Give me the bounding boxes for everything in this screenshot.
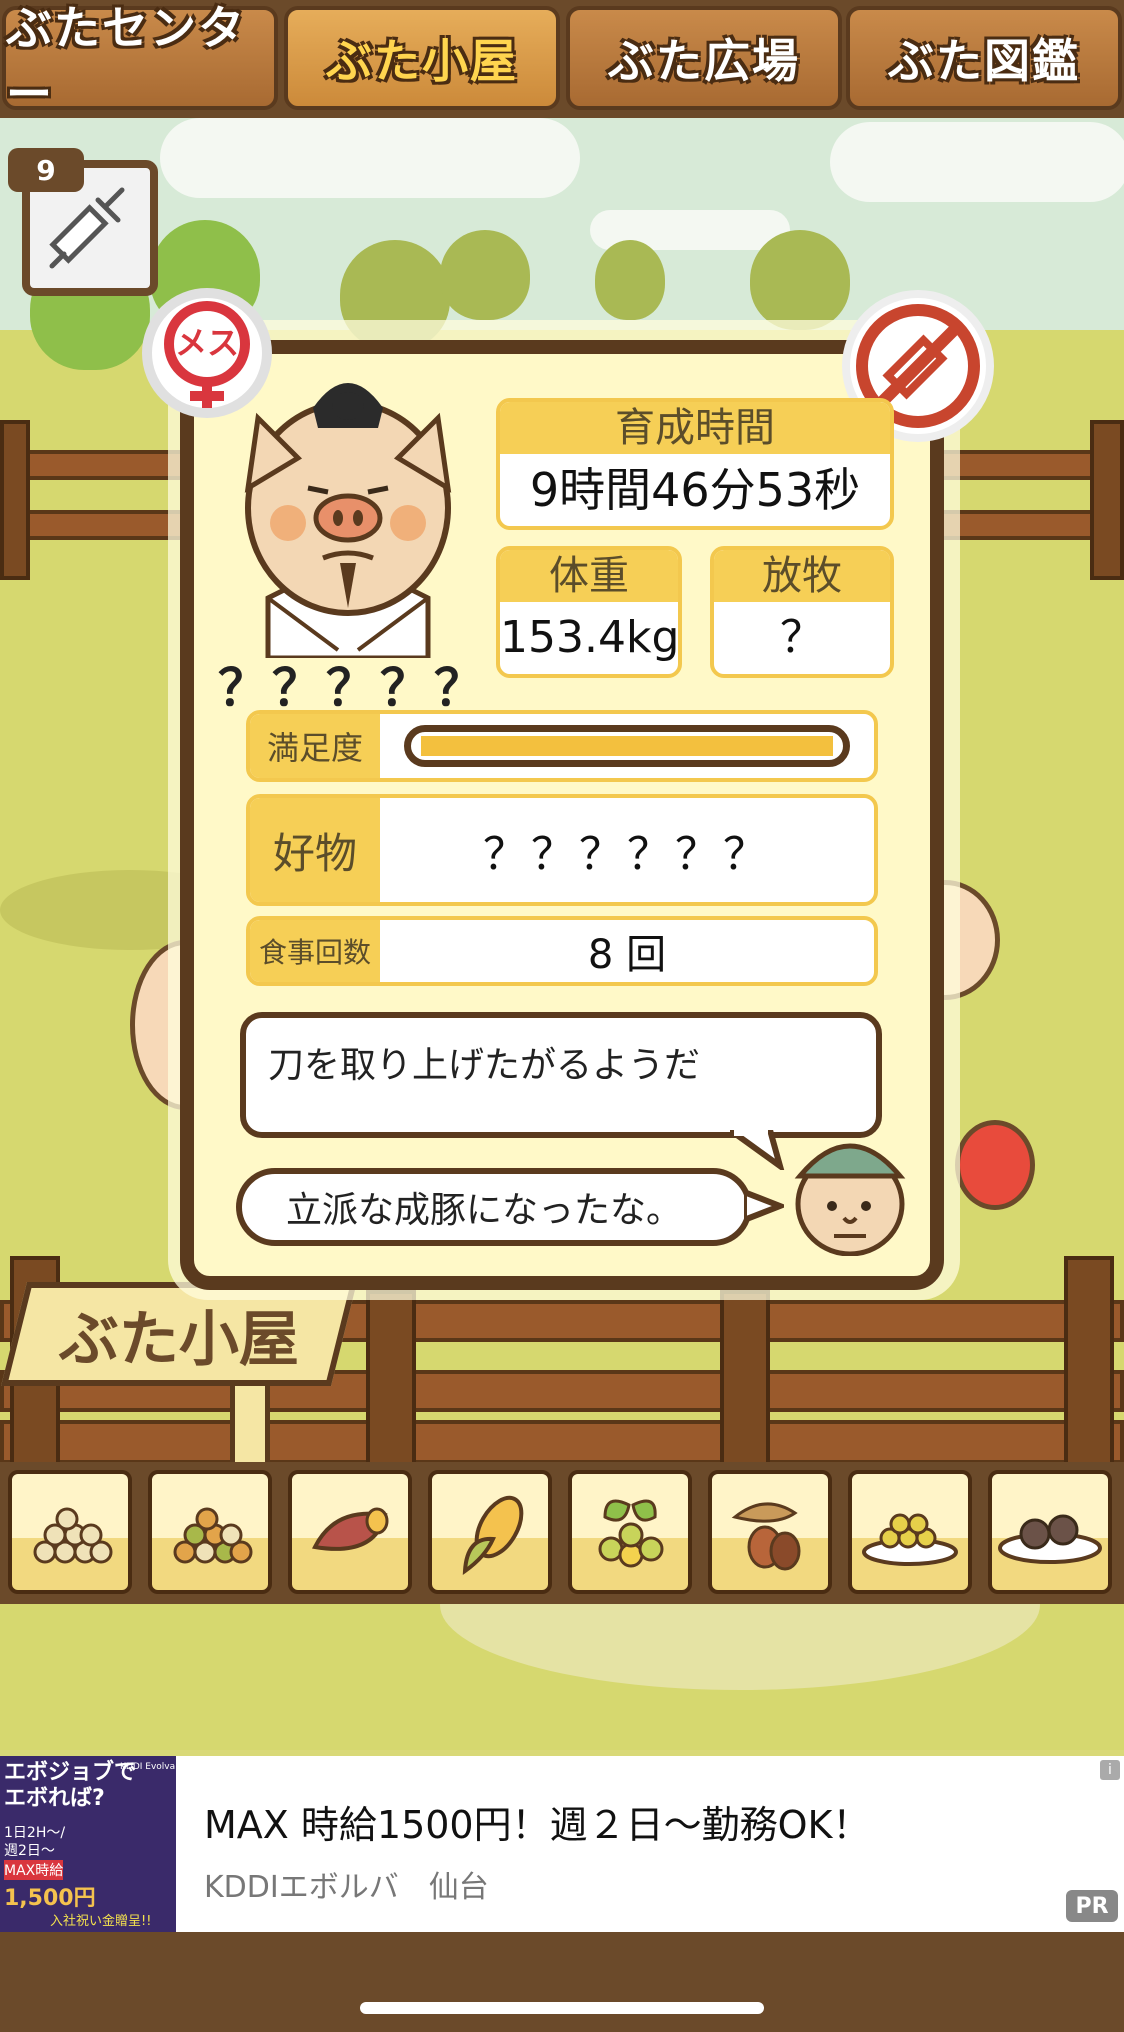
food-slot[interactable] — [708, 1470, 832, 1594]
weight-label: 体重 — [500, 550, 678, 602]
bottom-bar — [0, 1932, 1124, 2032]
acorn-icon — [731, 1502, 801, 1571]
tab-buta-hiroba[interactable]: ぶた広場 — [566, 6, 842, 110]
pig-comment-text: 刀を取り上げたがるようだ — [268, 1045, 701, 1086]
food-slot[interactable] — [148, 1470, 272, 1594]
meals-row: 食事回数 8 回 — [246, 916, 878, 986]
food-slot[interactable] — [8, 1470, 132, 1594]
ad-image-text-1: エボジョブで — [4, 1760, 137, 1785]
meals-label: 食事回数 — [250, 920, 380, 982]
tab-buta-koya[interactable]: ぶた小屋 — [284, 6, 560, 110]
food-slot[interactable] — [988, 1470, 1112, 1594]
grain-plate-icon — [862, 1513, 958, 1566]
fence-post — [1090, 420, 1124, 580]
bubble-tail — [730, 1130, 785, 1170]
beige-grain-pile-icon — [33, 1507, 113, 1564]
growth-time-card: 育成時間 9時間46分53秒 — [496, 398, 894, 530]
ad-image-text-7: 入社祝い金贈呈!! — [50, 1914, 152, 1929]
satisfaction-meter — [380, 714, 874, 778]
tab-buta-zukan[interactable]: ぶた図鑑 — [846, 6, 1122, 110]
farmer-comment-bubble: 立派な成豚になったな。 — [236, 1168, 752, 1246]
cloud — [830, 122, 1124, 202]
corn-icon — [462, 1495, 524, 1576]
satisfaction-label: 満足度 — [250, 714, 380, 778]
tab-buta-center[interactable]: ぶたセンター — [2, 1, 278, 121]
background-pig-red[interactable] — [955, 1120, 1035, 1210]
cloud — [160, 118, 580, 198]
syringe-icon — [49, 187, 125, 269]
fence-post — [720, 1290, 770, 1466]
fence-post — [366, 1290, 416, 1466]
food-slot[interactable] — [428, 1470, 552, 1594]
farmer-comment-text: 立派な成豚になったな。 — [286, 1190, 683, 1231]
food-slot[interactable] — [568, 1470, 692, 1594]
farmer-avatar — [794, 1143, 906, 1256]
tree — [750, 230, 850, 330]
ad-image-text-5: MAX時給 — [4, 1860, 64, 1880]
ad-image[interactable]: エボジョブで エボれば? 1日2H〜/ 週2日〜 MAX時給 1,500円 入社… — [0, 1756, 176, 1932]
pig-comment-bubble: 刀を取り上げたがるようだ — [240, 1012, 882, 1138]
meals-value: 8 回 — [587, 932, 667, 978]
ad-pr-badge: PR — [1066, 1890, 1118, 1922]
food-slot[interactable] — [848, 1470, 972, 1594]
ad-image-text-6: 1,500円 — [4, 1886, 96, 1911]
fence-post — [1064, 1256, 1114, 1466]
sweet-potato-icon — [311, 1507, 389, 1551]
ad-image-text-4: 週2日〜 — [4, 1843, 55, 1859]
meatball-plate-icon — [998, 1514, 1102, 1564]
grazing-label: 放牧 — [714, 550, 890, 602]
ad-subtitle: KDDIエボルバ 仙台 — [204, 1870, 489, 1905]
mixed-grain-pile-icon — [173, 1507, 253, 1564]
ad-image-text-3: 1日2H〜/ — [4, 1825, 66, 1841]
ad-image-brand: KDDI Evolva — [120, 1762, 176, 1772]
sign-post — [230, 1380, 270, 1470]
beans-with-leaves-icon — [598, 1499, 664, 1568]
ad-image-text-2: エボれば? — [4, 1786, 105, 1811]
bubble-tail — [744, 1190, 784, 1224]
satisfaction-bar-fill — [421, 736, 833, 756]
growth-time-value: 9時間46分53秒 — [529, 463, 861, 517]
satisfaction-bar — [404, 725, 850, 767]
fence-rail — [0, 1420, 1124, 1464]
pig-portrait — [244, 383, 452, 658]
favorite-value: ？？？？？？ — [483, 829, 771, 880]
weight-value: 153.4kg — [500, 612, 680, 663]
satisfaction-row: 満足度 — [246, 710, 878, 782]
fence-post — [0, 420, 30, 580]
grazing-value: ？ — [780, 612, 824, 663]
favorite-label: 好物 — [250, 798, 380, 902]
syringe-count-badge: 9 — [8, 148, 84, 192]
grazing-card: 放牧 ？ — [710, 546, 894, 678]
ad-headline[interactable]: MAX 時給1500円！週２日〜勤務OK！ — [204, 1794, 870, 1849]
ad-info-icon[interactable]: i — [1100, 1760, 1120, 1780]
favorite-row: 好物 ？？？？？？ — [246, 794, 878, 906]
tree — [440, 230, 530, 320]
home-indicator[interactable] — [360, 2002, 764, 2014]
tree — [595, 240, 665, 320]
weight-card: 体重 153.4kg — [496, 546, 682, 678]
food-slot[interactable] — [288, 1470, 412, 1594]
growth-time-label: 育成時間 — [500, 402, 890, 454]
area-sign-text: ぶた小屋 — [59, 1304, 299, 1375]
